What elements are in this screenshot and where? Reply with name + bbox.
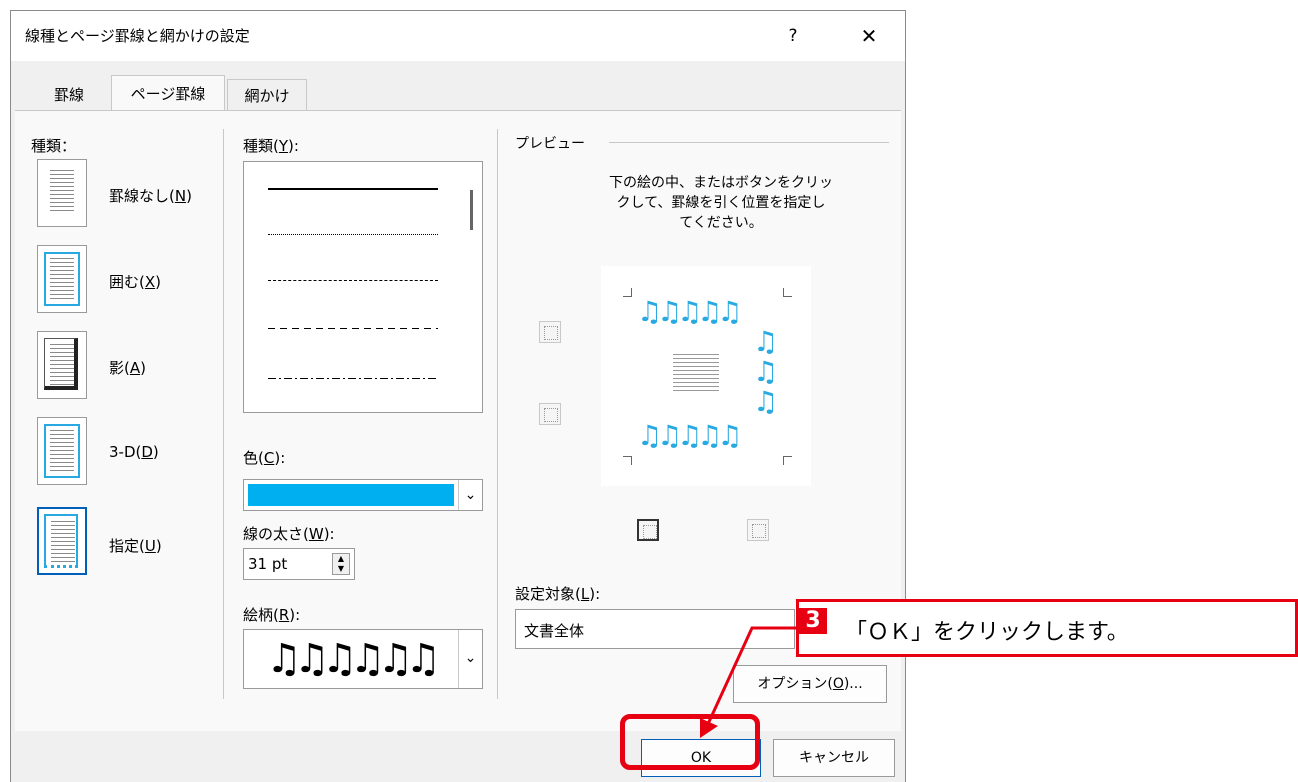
callout-pointer [700, 626, 796, 738]
step-number: 3 [799, 608, 827, 634]
instruction-callout: 3 「ＯＫ」をクリックします。 [796, 599, 1298, 657]
callout-text: 「ＯＫ」をクリックします。 [845, 620, 1129, 645]
